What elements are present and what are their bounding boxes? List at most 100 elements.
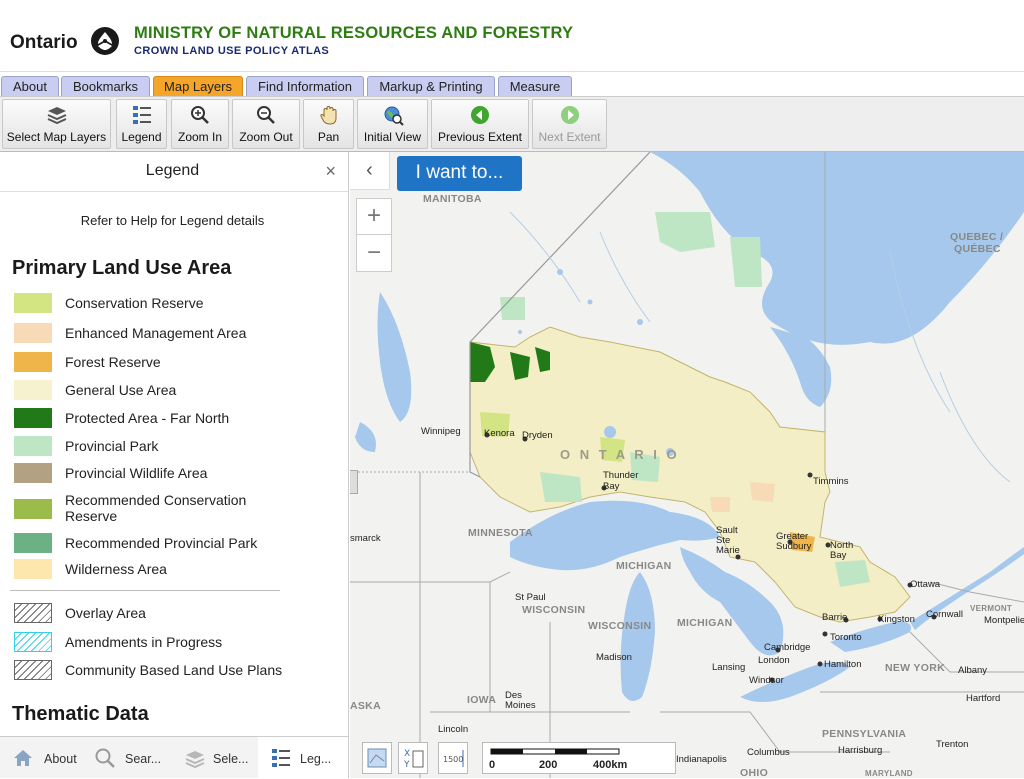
- legend-label-line2: Reserve: [65, 508, 118, 524]
- bottom-tab-legend[interactable]: Leg...: [258, 737, 348, 779]
- label-madison: Madison: [596, 652, 632, 663]
- zoom-in-icon: [191, 106, 209, 124]
- scale-bar-graphic: [490, 748, 620, 755]
- label-quebec: QUEBEC /: [950, 231, 1004, 243]
- basemap-toggle-button[interactable]: [362, 742, 392, 774]
- label-maryland: MARYLAND: [865, 769, 913, 778]
- ontario-logo-text: Ontario: [10, 32, 78, 53]
- thematic-data-heading: Thematic Data: [12, 703, 149, 725]
- label-kenora: Kenora: [484, 428, 515, 439]
- label-columbus: Columbus: [747, 747, 790, 758]
- label-ontario: O N T A R I O: [560, 447, 680, 462]
- label-london: London: [758, 655, 790, 666]
- legend-label: Community Based Land Use Plans: [65, 662, 283, 678]
- label-quebec-fr: QUÉBEC: [954, 243, 1001, 255]
- label-michigan-upper: MICHIGAN: [616, 560, 672, 572]
- label-windsor: Windsor: [749, 675, 784, 686]
- hatch-swatch: [14, 632, 52, 652]
- main-tabs: About Bookmarks Map Layers Find Informat…: [0, 74, 1024, 96]
- legend-icon: [272, 749, 290, 767]
- legend-label: Provincial Wildlife Area: [65, 465, 208, 481]
- map-zoom-out-button[interactable]: −: [357, 236, 391, 272]
- label-michigan-lower: MICHIGAN: [677, 617, 733, 629]
- basemap: [350, 152, 1024, 778]
- label-minnesota: MINNESOTA: [468, 527, 533, 539]
- collapse-panel-button[interactable]: ‹: [350, 152, 390, 190]
- label-pennsylvania: PENNSYLVANIA: [822, 728, 907, 740]
- tab-map-layers[interactable]: Map Layers: [153, 76, 243, 96]
- tab-about[interactable]: About: [1, 76, 59, 96]
- legend-label: General Use Area: [65, 382, 177, 398]
- label-new-york: NEW YORK: [885, 662, 945, 674]
- hatch-swatch: [14, 603, 52, 623]
- zoom-out-icon: [257, 106, 275, 124]
- legend-label: Enhanced Management Area: [65, 325, 247, 341]
- next-extent-button[interactable]: Next Extent: [532, 99, 607, 149]
- label-hamilton: Hamilton: [824, 659, 862, 670]
- label-harrisburg: Harrisburg: [838, 745, 883, 756]
- i-want-to-button[interactable]: I want to...: [397, 156, 522, 191]
- bottom-tab-search[interactable]: Sear...: [86, 737, 172, 779]
- coordinates-button[interactable]: XY: [398, 742, 428, 774]
- label-ohio: OHIO: [740, 767, 769, 778]
- bottom-tab-about[interactable]: About: [0, 737, 86, 779]
- map-view[interactable]: ‹ I want to... + − MANITOBA QUEBEC / QUÉ…: [350, 152, 1024, 778]
- tab-bookmarks[interactable]: Bookmarks: [61, 76, 150, 96]
- legend-swatch: [14, 380, 52, 400]
- legend-panel-title: Legend: [145, 162, 200, 179]
- legend-swatch: [14, 559, 52, 579]
- close-icon[interactable]: ×: [325, 161, 336, 182]
- toolbar: Select Map Layers Legend Zoom In Zoom Ou…: [0, 96, 1024, 152]
- map-zoom-in-button[interactable]: +: [357, 199, 391, 235]
- legend-label: Wilderness Area: [65, 561, 167, 577]
- legend-label: Protected Area - Far North: [65, 410, 230, 426]
- legend-label: Forest Reserve: [65, 354, 161, 370]
- select-map-layers-button[interactable]: Select Map Layers: [2, 99, 111, 149]
- label-bismarck: smarck: [350, 533, 381, 544]
- zoom-out-button[interactable]: Zoom Out: [232, 99, 300, 149]
- label-kingston: Kingston: [878, 614, 915, 625]
- legend-label: Conservation Reserve: [65, 295, 204, 311]
- zoom-in-button[interactable]: Zoom In: [171, 99, 229, 149]
- label-indianapolis: Indianapolis: [676, 754, 727, 765]
- label-hartford: Hartford: [966, 693, 1001, 704]
- label-thunder-bay: Bay: [603, 481, 620, 492]
- arrow-right-icon: [560, 106, 579, 124]
- legend-swatch: [14, 408, 52, 428]
- label-iowa: IOWA: [467, 694, 497, 706]
- scale-bar: 0 200 400km: [482, 742, 676, 774]
- label-vermont: VERMONT: [970, 604, 1013, 613]
- legend-divider: [10, 590, 280, 591]
- legend-panel: Legend × Refer to Help for Legend detail…: [0, 152, 349, 736]
- pan-button[interactable]: Pan: [303, 99, 354, 149]
- previous-extent-button[interactable]: Previous Extent: [431, 99, 529, 149]
- trillium-logo-icon: [91, 27, 119, 55]
- label-dryden: Dryden: [522, 430, 553, 441]
- label-wisconsin-1: WISCONSIN: [522, 604, 586, 616]
- label-moines: Moines: [505, 700, 536, 711]
- legend-swatch: [14, 436, 52, 456]
- bottom-tab-select[interactable]: Sele...: [172, 737, 258, 779]
- initial-view-button[interactable]: Initial View: [357, 99, 428, 149]
- legend-label: Amendments in Progress: [65, 634, 223, 650]
- label-wisconsin-2: WISCONSIN: [588, 620, 652, 632]
- label-north-bay: Bay: [830, 550, 847, 561]
- legend-icon: [132, 106, 151, 124]
- label-sault-marie: Marie: [716, 545, 740, 556]
- panel-resize-handle[interactable]: [350, 470, 358, 494]
- globe-icon: [384, 106, 404, 126]
- label-st-paul: St Paul: [515, 592, 546, 603]
- tab-find-information[interactable]: Find Information: [246, 76, 364, 96]
- label-winnipeg: Winnipeg: [421, 426, 461, 437]
- arrow-left-icon: [471, 106, 489, 124]
- tab-markup-printing[interactable]: Markup & Printing: [367, 76, 495, 96]
- legend-label: Overlay Area: [65, 605, 146, 621]
- legend-swatch: [14, 463, 52, 483]
- scale-button[interactable]: 1500: [438, 742, 468, 774]
- label-lincoln: Lincoln: [438, 724, 469, 735]
- legend-label: Recommended Conservation: [65, 492, 247, 508]
- legend-button[interactable]: Legend: [116, 99, 167, 149]
- basemap-icon: [367, 748, 387, 768]
- tab-measure[interactable]: Measure: [498, 76, 572, 96]
- layers-icon: [185, 751, 205, 769]
